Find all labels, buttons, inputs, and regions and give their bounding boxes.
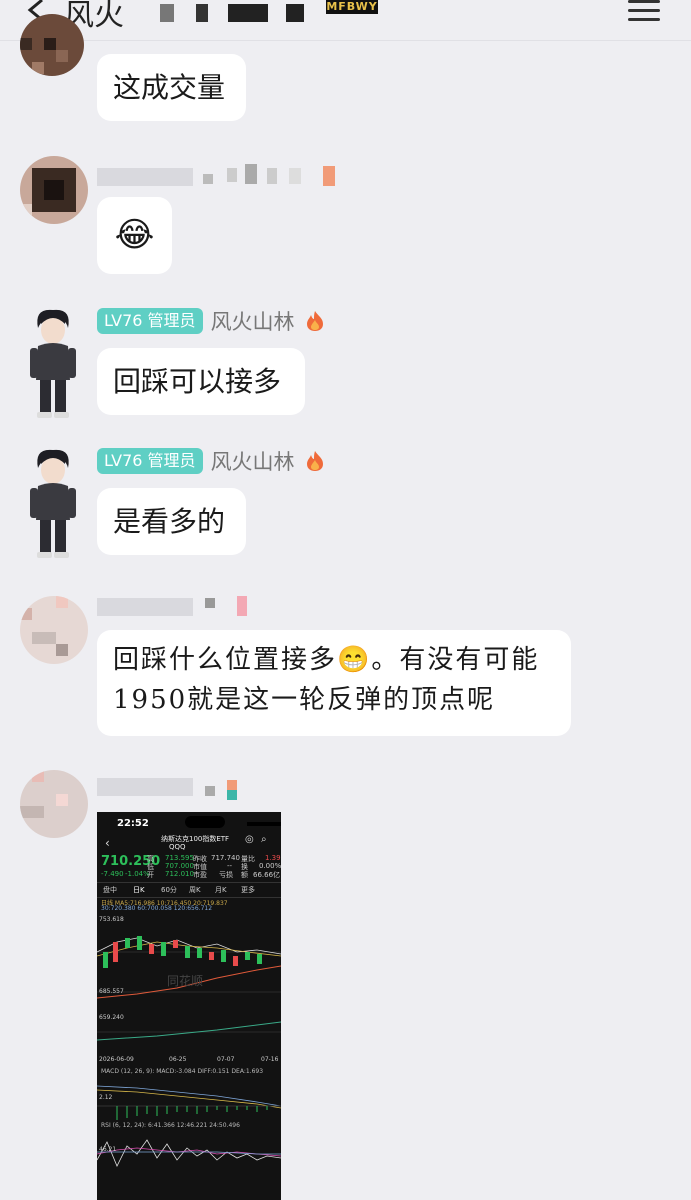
turn-value: 0.00% <box>259 862 281 870</box>
title-badge: MFBWY <box>326 0 378 14</box>
title-blur-block <box>160 4 174 22</box>
watermark: 同花顺 <box>167 974 204 988</box>
macd-y-axis: 2.12 <box>99 1094 113 1101</box>
tab-weekly-k[interactable]: 周K <box>189 885 201 895</box>
tab-60min[interactable]: 60分 <box>161 885 177 895</box>
blurred-nickname <box>97 164 337 186</box>
macd-label: MACD (12, 26, 9): MACD:-3.084 DIFF:0.151… <box>101 1068 264 1075</box>
level-badge: LV76 管理员 <box>97 308 203 334</box>
avatar[interactable] <box>20 306 86 422</box>
avatar[interactable] <box>20 156 88 224</box>
message-bubble[interactable]: 这成交量 <box>97 54 246 121</box>
menu-icon[interactable] <box>628 0 660 21</box>
blurred-nickname <box>97 774 257 800</box>
open-label: 开 <box>147 871 154 879</box>
fire-icon <box>306 311 323 331</box>
date-axis-2: 06-25 <box>169 1056 187 1063</box>
candlestick-chart <box>97 936 281 1041</box>
amount-value: 66.66亿 <box>253 871 281 879</box>
back-icon[interactable]: ‹ <box>105 836 110 850</box>
y-axis-mid: 685.557 <box>99 988 124 995</box>
sender-info: LV76 管理员 风火山林 <box>97 448 325 474</box>
tab-daily-k[interactable]: 日K <box>133 885 145 895</box>
y-axis-low: 659.240 <box>99 1014 124 1021</box>
rsi-chart <box>97 1139 281 1167</box>
ticker-code: QQQ <box>169 843 186 851</box>
search-icon[interactable]: ⌕ <box>261 834 267 845</box>
message-text: 回踩可以接多 <box>113 365 282 398</box>
date-axis-end: 07-16 <box>261 1056 279 1063</box>
pe-value: 亏损 <box>219 871 233 879</box>
tab-intraday[interactable]: 盘中 <box>103 885 117 895</box>
open-value: 712.010 <box>165 870 194 878</box>
sender-info: LV76 管理员 风火山林 <box>97 308 325 334</box>
message-text-line: 1950就是这一轮反弹的顶点呢 <box>113 685 496 715</box>
avatar[interactable] <box>20 14 84 76</box>
price-change: -7.490 <box>101 870 124 878</box>
pe-label: 市盈 <box>193 871 207 879</box>
ma-line-2: 30:720.380 60:700.058 120:656.712 <box>101 905 213 912</box>
prev-value: 717.740 <box>211 854 240 862</box>
message-bubble[interactable]: 回踩什么位置接多😁。有没有可能 1950就是这一轮反弹的顶点呢 <box>97 630 571 736</box>
level-badge: LV76 管理员 <box>97 448 203 474</box>
message-text: 这成交量 <box>113 71 226 104</box>
low-value: 707.000 <box>165 862 194 870</box>
title-blur-block <box>196 4 208 22</box>
message-bubble[interactable]: 😂 <box>97 197 172 274</box>
title-blur-block <box>228 4 268 22</box>
message-bubble[interactable]: 是看多的 <box>97 488 246 555</box>
tab-more[interactable]: 更多 <box>241 885 255 895</box>
high-value: 713.595 <box>165 854 194 862</box>
fire-icon <box>306 451 323 471</box>
message-text: 是看多的 <box>113 505 226 538</box>
message-bubble[interactable]: 回踩可以接多 <box>97 348 305 415</box>
message-text-line: 回踩什么位置接多😁。有没有可能 <box>113 645 540 675</box>
sender-nickname[interactable]: 风火山林 <box>211 446 295 476</box>
avatar[interactable] <box>20 770 88 838</box>
vol-value: 1.39 <box>265 854 281 862</box>
stock-chart-image[interactable]: 22:52 ‹ 纳斯达克100指数ETF QQQ ◎ ⌕ 710.250 -7.… <box>97 812 281 1200</box>
blurred-nickname <box>97 596 257 618</box>
amount-label: 额 <box>241 871 248 879</box>
avatar[interactable] <box>20 446 86 562</box>
macd-chart <box>97 1085 281 1120</box>
circle-icon[interactable]: ◎ <box>245 834 254 845</box>
rsi-y-axis: 46.21 <box>99 1146 117 1153</box>
rsi-label: RSI (6, 12, 24): 6:41.366 12:46.221 24:5… <box>101 1122 240 1129</box>
chat-header: 风火 MFBWY <box>0 0 691 41</box>
laughing-emoji: 😂 <box>114 215 155 255</box>
title-blur-block <box>286 4 304 22</box>
date-axis-3: 07-07 <box>217 1056 235 1063</box>
tab-monthly-k[interactable]: 月K <box>215 885 227 895</box>
y-axis-top: 753.618 <box>99 916 124 923</box>
sender-nickname[interactable]: 风火山林 <box>211 306 295 336</box>
status-time: 22:52 <box>117 818 149 829</box>
avatar[interactable] <box>20 596 88 664</box>
mcap-value: -- <box>227 862 233 870</box>
date-axis-start: 2026-06-09 <box>99 1056 134 1063</box>
